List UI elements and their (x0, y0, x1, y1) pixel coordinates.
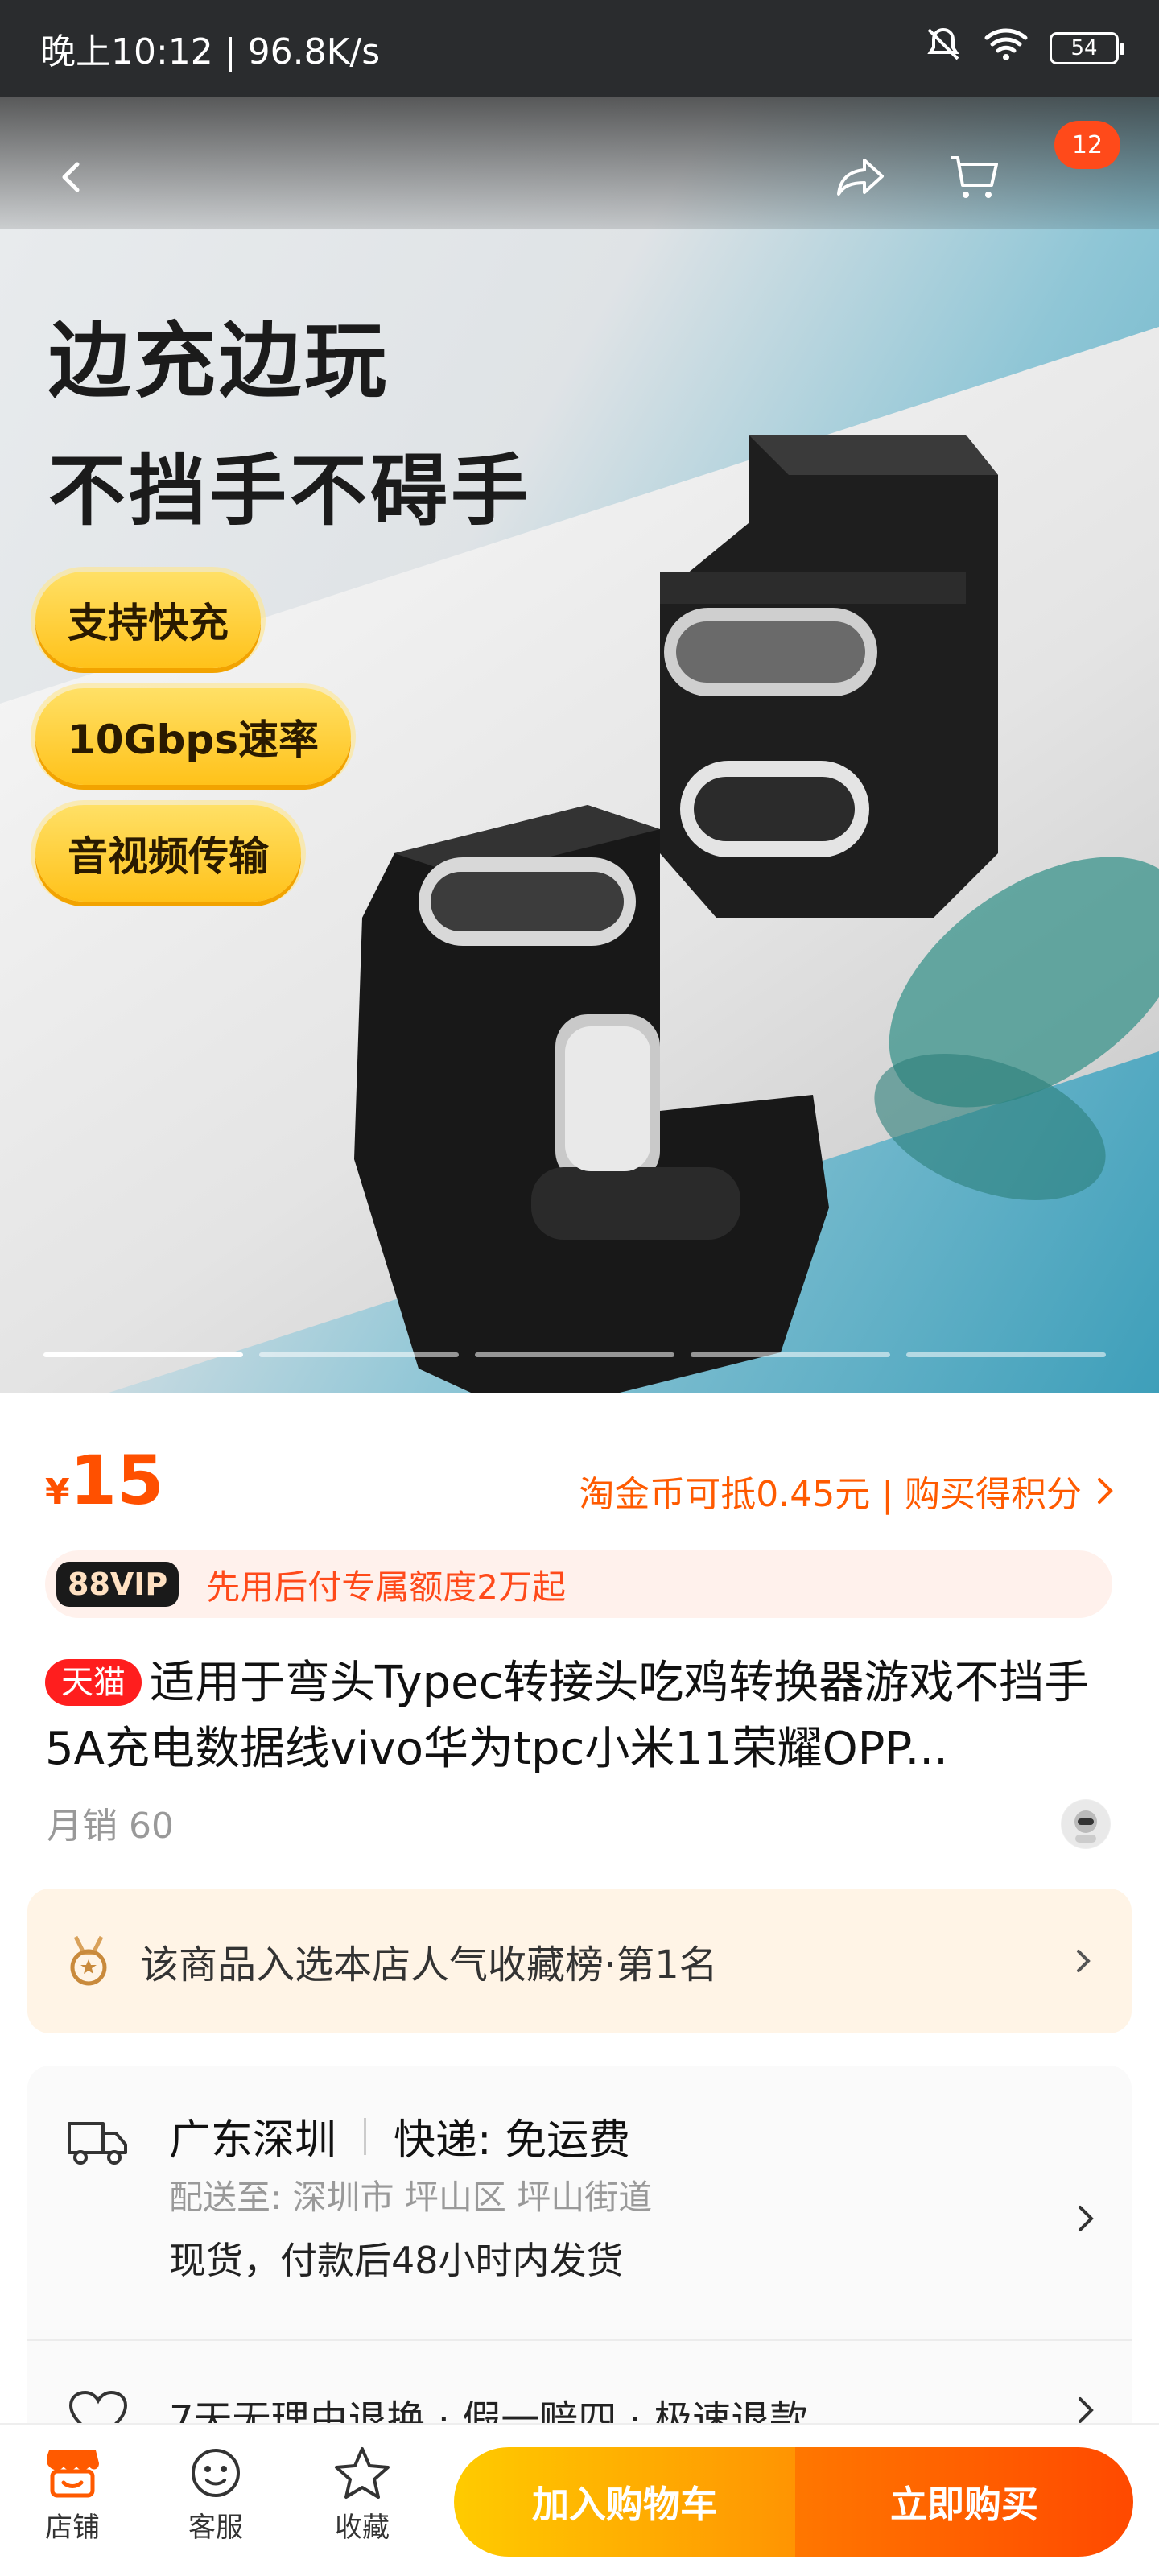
chevron-right-icon (1098, 1478, 1113, 1504)
share-icon (837, 159, 884, 196)
deliver-to: 配送至: 深圳市 坪山区 坪山街道 (169, 2178, 653, 2217)
product-info-section: ¥15 淘金币可抵0.45元 | 购买得积分 88VIP 先用后付专属额度2万起… (0, 1393, 1159, 2549)
store-label: 店铺 (45, 2512, 100, 2544)
product-image-carousel[interactable]: 边充边玩 不挡手不碍手 支持快充 10Gbps速率 音视频传输 (0, 97, 1159, 1393)
vip-badge: 88VIP (56, 1562, 179, 1607)
divider (27, 2339, 1132, 2341)
top-navigation (0, 97, 1159, 229)
vip-banner[interactable]: 88VIP 先用后付专属额度2万起 (45, 1550, 1112, 1618)
monthly-sales: 月销 60 (47, 1806, 174, 1847)
divider (364, 2117, 367, 2155)
dispatch-time: 现货，付款后48小时内发货 (169, 2239, 624, 2282)
cart-button[interactable] (942, 145, 1006, 209)
favorite-button[interactable]: 收藏 (306, 2441, 419, 2545)
price-value: 15 (69, 1441, 164, 1520)
share-button[interactable] (829, 145, 893, 209)
ranking-text: 该商品入选本店人气收藏榜·第1名 (140, 1942, 718, 1988)
currency-symbol: ¥ (45, 1472, 70, 1513)
price: ¥15 (45, 1441, 164, 1520)
status-bar: 晚上10:12 | 96.8K/s 54 (0, 0, 1159, 97)
buy-now-button[interactable]: 立即购买 (795, 2447, 1133, 2557)
chat-icon (192, 2449, 240, 2497)
hero-headline: 边充边玩 不挡手不碍手 (48, 298, 531, 555)
shipping-summary: 广东深圳 快递: 免运费 (169, 2106, 630, 2166)
robot-icon (1062, 1800, 1110, 1848)
chevron-right-icon (1079, 2397, 1094, 2423)
mute-icon (924, 25, 963, 72)
chevron-right-icon (1079, 2206, 1094, 2231)
product-title-text: 适用于弯头Typec转接头吃鸡转换器游戏不挡手5A充电数据线vivo华为tpc小… (45, 1657, 1090, 1775)
hero-headline-1: 边充边玩 (48, 314, 390, 410)
truck-icon (68, 2122, 127, 2165)
medal-icon (70, 1935, 107, 1986)
ship-origin: 广东深圳 (169, 2116, 337, 2165)
cart-count-badge: 12 (1054, 121, 1120, 169)
express-fee: 免运费 (505, 2116, 631, 2165)
store-icon (47, 2450, 99, 2498)
carousel-dot[interactable] (906, 1352, 1106, 1357)
feature-pill: 支持快充 (35, 572, 261, 668)
assistant-avatar[interactable] (1061, 1799, 1111, 1849)
bottom-action-bar: 店铺 客服 收藏 加入购物车 立即购买 (0, 2423, 1159, 2576)
carousel-dot[interactable] (691, 1352, 890, 1357)
carousel-dot[interactable] (475, 1352, 674, 1357)
carousel-dot[interactable] (259, 1352, 459, 1357)
tmall-badge: 天猫 (45, 1659, 142, 1706)
product-title: 天猫 适用于弯头Typec转接头吃鸡转换器游戏不挡手5A充电数据线vivo华为tp… (45, 1650, 1116, 1782)
ranking-banner[interactable]: 该商品入选本店人气收藏榜·第1名 (27, 1889, 1132, 2033)
feature-pill: 10Gbps速率 (35, 688, 351, 785)
vip-text: 先用后付专属额度2万起 (206, 1567, 567, 1607)
carousel-dot[interactable] (43, 1352, 243, 1357)
service-label: 客服 (188, 2512, 243, 2544)
favorite-label: 收藏 (335, 2512, 390, 2544)
cart-icon (951, 156, 998, 198)
status-time: 晚上10:12 | 96.8K/s (40, 31, 381, 72)
wifi-icon (984, 27, 1029, 71)
customer-service-button[interactable]: 客服 (159, 2441, 272, 2545)
chevron-right-icon (1077, 1950, 1091, 1972)
coin-offer-link[interactable]: 淘金币可抵0.45元 | 购买得积分 (579, 1465, 1116, 1517)
add-to-cart-button[interactable]: 加入购物车 (454, 2447, 795, 2557)
feature-pill: 音视频传输 (35, 805, 301, 902)
back-button[interactable] (40, 145, 105, 209)
chevron-left-icon (62, 162, 80, 192)
hero-headline-2: 不挡手不碍手 (48, 446, 531, 536)
battery-icon: 54 (1050, 32, 1124, 64)
star-icon (335, 2447, 390, 2499)
store-button[interactable]: 店铺 (16, 2441, 129, 2545)
usb-c-connector-image (354, 805, 829, 1393)
carousel-indicator (43, 1352, 1106, 1357)
coin-offer-text: 淘金币可抵0.45元 | 购买得积分 (579, 1474, 1082, 1515)
express-label: 快递: (394, 2116, 492, 2165)
